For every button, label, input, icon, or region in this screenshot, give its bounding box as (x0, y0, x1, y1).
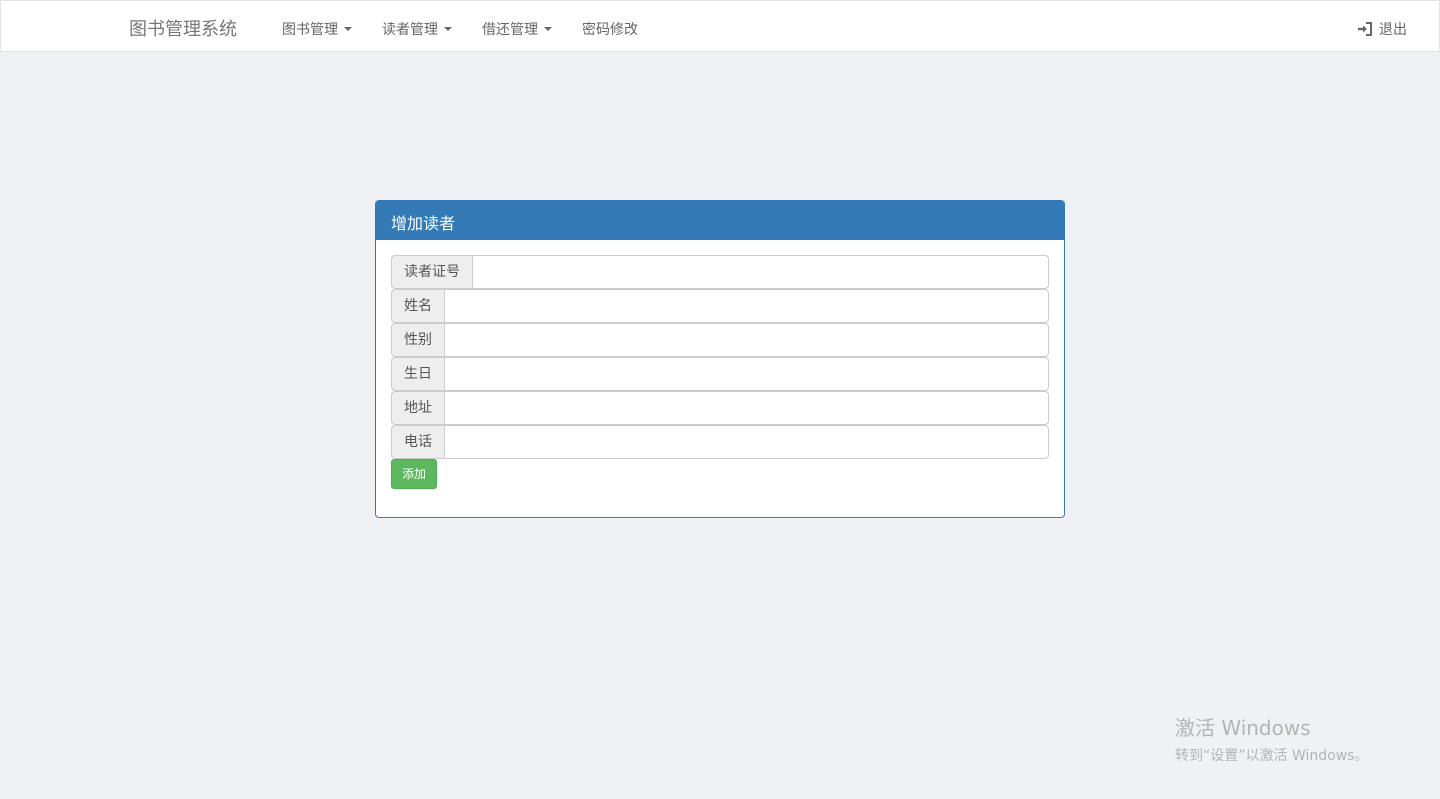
phone-label: 电话 (391, 425, 444, 459)
gender-group: 性别 (391, 323, 1049, 357)
watermark-subtitle: 转到“设置”以激活 Windows。 (1175, 748, 1369, 764)
watermark-title: 激活 Windows (1175, 716, 1311, 740)
logout-label: 退出 (1379, 22, 1407, 38)
nav-book-management-label: 图书管理 (282, 22, 338, 38)
windows-activation-watermark: 激活 Windows 转到“设置”以激活 Windows。 (1175, 712, 1368, 765)
add-button[interactable]: 添加 (391, 459, 438, 489)
add-reader-panel: 增加读者 读者证号 姓名 性别 生日 地址 电话 添加 (375, 200, 1065, 518)
gender-input[interactable] (444, 323, 1049, 357)
caret-down-icon (444, 27, 452, 31)
reader-id-label: 读者证号 (391, 255, 472, 289)
nav-book-management[interactable]: 图书管理 (282, 19, 352, 39)
birthday-group: 生日 (391, 357, 1049, 391)
login-icon (1357, 22, 1373, 36)
name-group: 姓名 (391, 289, 1049, 323)
nav-reader-management[interactable]: 读者管理 (382, 19, 452, 39)
add-reader-form: 读者证号 姓名 性别 生日 地址 电话 添加 (376, 240, 1064, 489)
address-input[interactable] (444, 391, 1049, 425)
birthday-input[interactable] (444, 357, 1049, 391)
name-label: 姓名 (391, 289, 444, 323)
name-input[interactable] (444, 289, 1049, 323)
birthday-label: 生日 (391, 357, 444, 391)
gender-label: 性别 (391, 323, 444, 357)
nav-change-password[interactable]: 密码修改 (582, 19, 638, 39)
phone-input[interactable] (444, 425, 1049, 459)
nav-borrow-return-management-label: 借还管理 (482, 22, 538, 38)
reader-id-input[interactable] (472, 255, 1049, 289)
caret-down-icon (344, 27, 352, 31)
phone-group: 电话 (391, 425, 1049, 459)
nav-change-password-label: 密码修改 (582, 22, 638, 38)
nav-borrow-return-management[interactable]: 借还管理 (482, 19, 552, 39)
address-group: 地址 (391, 391, 1049, 425)
app-brand[interactable]: 图书管理系统 (129, 15, 237, 41)
address-label: 地址 (391, 391, 444, 425)
caret-down-icon (544, 27, 552, 31)
logout-link[interactable]: 退出 (1357, 19, 1407, 39)
reader-id-group: 读者证号 (391, 255, 1049, 289)
nav-reader-management-label: 读者管理 (382, 22, 438, 38)
top-navbar: 图书管理系统 图书管理 读者管理 借还管理 密码修改 退出 (0, 0, 1440, 52)
panel-title: 增加读者 (376, 201, 1064, 240)
